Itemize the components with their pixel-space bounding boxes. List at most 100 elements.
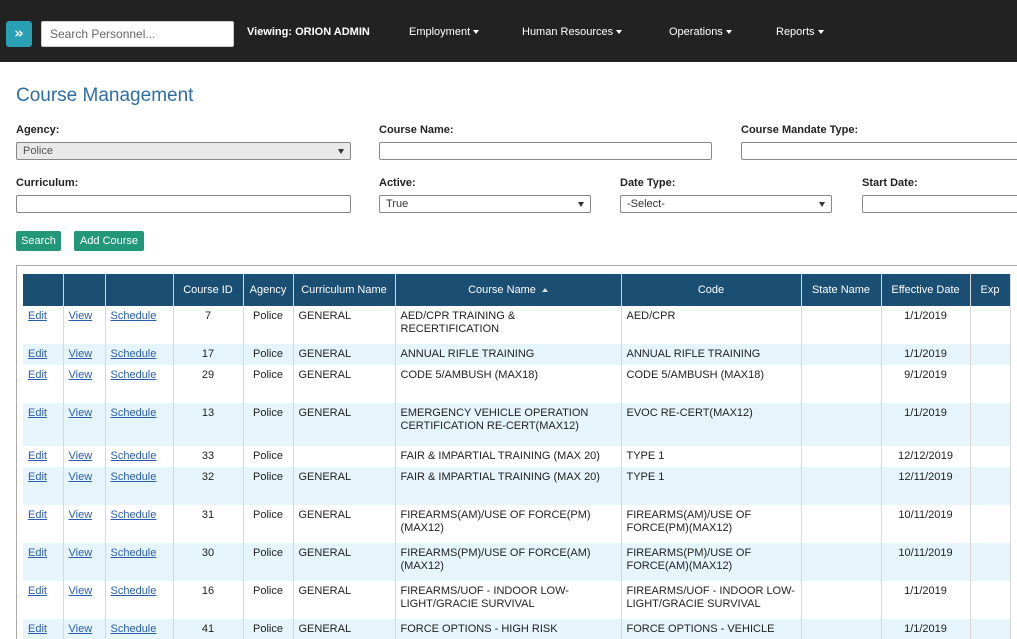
view-link[interactable]: View (69, 369, 93, 381)
table-row: Edit View Schedule 41 Police GENERAL FORCE OPT… (23, 619, 1011, 639)
view-link[interactable]: View (69, 585, 93, 597)
menu-operations[interactable]: Operations (669, 26, 732, 38)
dropdown-caret-icon (819, 202, 825, 207)
schedule-link: Schedule (105, 365, 174, 403)
edit-link: Edit (23, 365, 64, 403)
col-header-course-name[interactable]: Course Name (395, 274, 622, 306)
schedule-link[interactable]: Schedule (111, 509, 157, 521)
code-cell: FIREARMS(PM)/USE OF FORCE(AM)(MAX12) (621, 543, 802, 581)
edit-link[interactable]: Edit (28, 310, 47, 322)
agency-cell: Police (243, 306, 294, 344)
course-id-cell: 31 (173, 505, 244, 543)
curriculum-label: Curriculum: (16, 177, 79, 189)
table-row: Edit View Schedule 13 Police GENERAL EMERGENCY… (23, 403, 1011, 446)
view-link[interactable]: View (69, 547, 93, 559)
col-header-effective-date[interactable]: Effective Date (881, 274, 971, 306)
edit-link[interactable]: Edit (28, 471, 47, 483)
expiration-cell (970, 467, 1011, 505)
course-grid-panel: Course ID Agency Curriculum Name Course … (16, 265, 1017, 639)
course-name-cell: ANNUAL RIFLE TRAINING (395, 344, 622, 365)
table-row: Edit View Schedule 29 Police GENERAL CODE 5/AM… (23, 365, 1011, 403)
search-button[interactable]: Search (16, 231, 61, 251)
schedule-link[interactable]: Schedule (111, 585, 157, 597)
search-personnel-input[interactable] (41, 21, 234, 47)
view-link: View (63, 446, 106, 467)
schedule-link[interactable]: Schedule (111, 623, 157, 635)
caret-down-icon (817, 30, 824, 35)
edit-link: Edit (23, 403, 64, 446)
course-name-input[interactable] (379, 142, 712, 160)
edit-link[interactable]: Edit (28, 623, 47, 635)
schedule-link[interactable]: Schedule (111, 310, 157, 322)
state-name-cell (801, 619, 882, 639)
edit-link: Edit (23, 581, 64, 619)
course-mandate-type-input[interactable] (741, 142, 1017, 160)
expiration-cell (970, 403, 1011, 446)
view-link[interactable]: View (69, 471, 93, 483)
code-cell: FORCE OPTIONS - VEHICLE (621, 619, 802, 639)
edit-link[interactable]: Edit (28, 509, 47, 521)
date-type-label-text: Date Type: (620, 177, 676, 189)
menu-employment[interactable]: Employment (409, 26, 480, 38)
view-link[interactable]: View (69, 407, 93, 419)
state-name-cell (801, 505, 882, 543)
active-label: Active: (379, 177, 416, 189)
code-cell: ANNUAL RIFLE TRAINING (621, 344, 802, 365)
course-id-cell: 41 (173, 619, 244, 639)
col-header-view (63, 274, 106, 306)
effective-date-cell: 1/1/2019 (881, 344, 971, 365)
col-header-curriculum-name[interactable]: Curriculum Name (293, 274, 396, 306)
expand-menu-icon[interactable]: » (6, 21, 32, 47)
col-header-expiration[interactable]: Exp (970, 274, 1011, 306)
edit-link[interactable]: Edit (28, 369, 47, 381)
col-header-course-id[interactable]: Course ID (173, 274, 244, 306)
agency-select[interactable]: Police (16, 142, 351, 160)
edit-link: Edit (23, 505, 64, 543)
edit-link[interactable]: Edit (28, 585, 47, 597)
table-header-row: Course ID Agency Curriculum Name Course … (23, 274, 1011, 306)
table-row: Edit View Schedule 17 Police GENERAL ANNUAL RI… (23, 344, 1011, 365)
table-row: Edit View Schedule 32 Police GENERAL FAIR & IM… (23, 467, 1011, 505)
active-select[interactable]: True (379, 195, 591, 213)
schedule-link[interactable]: Schedule (111, 450, 157, 462)
col-header-state-name[interactable]: State Name (801, 274, 882, 306)
edit-link[interactable]: Edit (28, 547, 47, 559)
add-course-button[interactable]: Add Course (74, 231, 144, 251)
menu-reports[interactable]: Reports (776, 26, 824, 38)
col-header-agency[interactable]: Agency (243, 274, 294, 306)
edit-link[interactable]: Edit (28, 450, 47, 462)
state-name-cell (801, 543, 882, 581)
date-type-value: -Select- (627, 198, 665, 210)
start-date-input[interactable] (862, 195, 1017, 213)
view-link[interactable]: View (69, 310, 93, 322)
view-link[interactable]: View (69, 509, 93, 521)
effective-date-cell: 9/1/2019 (881, 365, 971, 403)
expiration-cell (970, 365, 1011, 403)
date-type-select[interactable]: -Select- (620, 195, 832, 213)
edit-link: Edit (23, 619, 64, 639)
view-link[interactable]: View (69, 348, 93, 360)
view-link[interactable]: View (69, 450, 93, 462)
edit-link: Edit (23, 306, 64, 344)
schedule-link[interactable]: Schedule (111, 407, 157, 419)
view-link[interactable]: View (69, 623, 93, 635)
schedule-link: Schedule (105, 306, 174, 344)
schedule-link[interactable]: Schedule (111, 348, 157, 360)
course-name-cell: FORCE OPTIONS - HIGH RISK (395, 619, 622, 639)
curriculum-cell: GENERAL (293, 306, 396, 344)
menu-human-resources-label: Human Resources (522, 26, 614, 38)
schedule-link: Schedule (105, 344, 174, 365)
course-name-cell: FIREARMS/UOF - INDOOR LOW-LIGHT/GRACIE S… (395, 581, 622, 619)
table-row: Edit View Schedule 33 Police FAIR & IMPARTIAL… (23, 446, 1011, 467)
table-row: Edit View Schedule 30 Police GENERAL FIREARMS(… (23, 543, 1011, 581)
schedule-link[interactable]: Schedule (111, 369, 157, 381)
curriculum-input[interactable] (16, 195, 351, 213)
schedule-link[interactable]: Schedule (111, 547, 157, 559)
course-id-cell: 32 (173, 467, 244, 505)
edit-link[interactable]: Edit (28, 407, 47, 419)
schedule-link[interactable]: Schedule (111, 471, 157, 483)
col-header-code[interactable]: Code (621, 274, 802, 306)
menu-human-resources[interactable]: Human Resources (522, 26, 623, 38)
caret-down-icon (725, 30, 732, 35)
edit-link[interactable]: Edit (28, 348, 47, 360)
